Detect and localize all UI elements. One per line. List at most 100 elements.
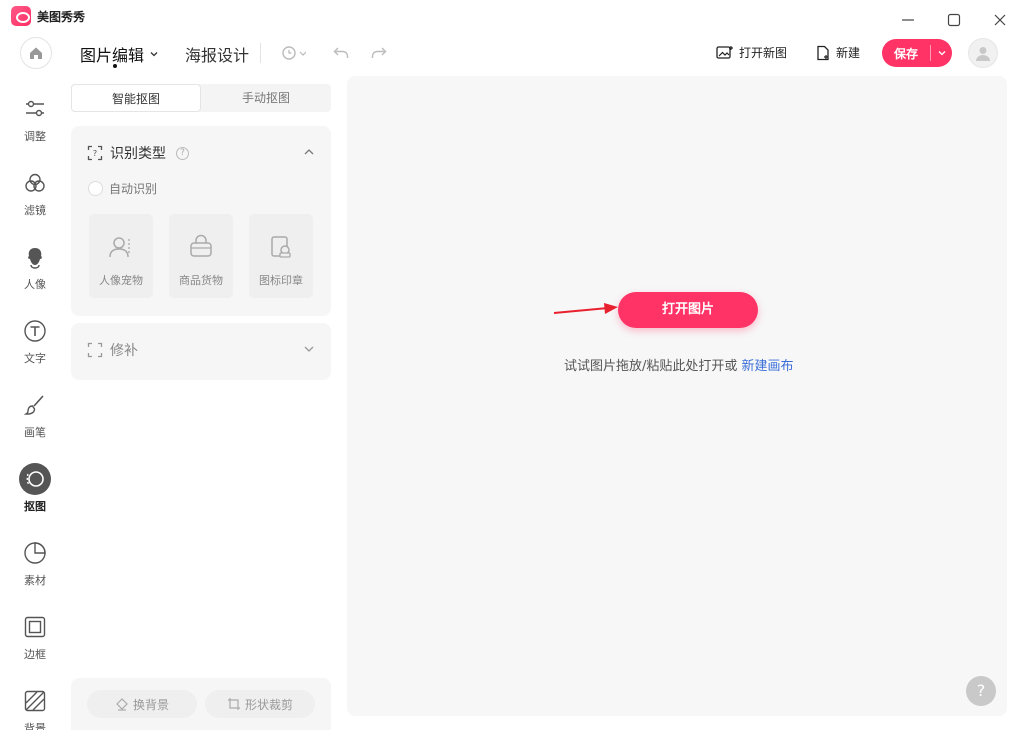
help-button[interactable]: ?: [966, 676, 996, 706]
toolbar-divider: [260, 43, 261, 63]
tab-poster-design[interactable]: 海报设计: [185, 42, 249, 66]
type-label: 人像宠物: [99, 274, 143, 287]
image-add-icon: [716, 45, 733, 59]
portrait-icon: [22, 244, 48, 270]
brush-icon: [22, 392, 48, 418]
redo-button[interactable]: [370, 44, 388, 62]
rail-item-sticker[interactable]: 素材: [10, 540, 60, 600]
shape-crop-label: 形状裁剪: [244, 697, 293, 712]
cutout-mode-switch: 智能抠图 手动抠图: [71, 84, 331, 112]
rail-label: 素材: [24, 574, 46, 587]
filter-icon: [22, 170, 48, 196]
recognize-type-card: ? 识别类型 ? 自动识别 人像宠物 商品货物 图标印章: [71, 126, 331, 316]
tab-smart-cutout[interactable]: 智能抠图: [71, 84, 201, 112]
tab-image-edit-label: 图片编辑: [80, 46, 145, 65]
save-button[interactable]: 保存: [882, 39, 952, 67]
rail-item-brush[interactable]: 画笔: [10, 392, 60, 452]
app-window: 美图秀秀 图片编辑 海报设计 打开新图 新建 保存 调整 滤镜 人像 文字 画笔…: [0, 0, 1023, 730]
rail-item-adjust[interactable]: 调整: [10, 96, 60, 156]
new-label: 新建: [836, 46, 861, 60]
type-goods[interactable]: 商品货物: [169, 214, 233, 298]
change-background-label: 换背景: [132, 697, 169, 712]
save-label: 保存: [893, 46, 918, 61]
rail-item-frame[interactable]: 边框: [10, 614, 60, 674]
type-label: 商品货物: [179, 274, 223, 287]
sticker-icon: [22, 540, 48, 566]
drop-hint: 试试图片拖放/粘贴此处打开或 新建画布: [564, 355, 794, 374]
rail-label: 人像: [24, 278, 46, 291]
recognize-type-title: 识别类型: [110, 146, 166, 162]
undo-button[interactable]: [332, 44, 350, 62]
rail-label: 文字: [24, 352, 46, 365]
open-image-button[interactable]: 打开图片: [618, 292, 758, 328]
rail-item-portrait[interactable]: 人像: [10, 244, 60, 304]
history-icon: [282, 46, 306, 60]
rail-label: 画笔: [24, 426, 46, 439]
app-title: 美图秀秀: [37, 10, 86, 24]
repair-card[interactable]: 修补: [71, 323, 331, 380]
type-stamp[interactable]: 图标印章: [249, 214, 313, 298]
rail-item-filter[interactable]: 滤镜: [10, 170, 60, 230]
auto-recognize-radio[interactable]: [88, 181, 103, 196]
goods-icon: [186, 232, 216, 262]
chevron-down-icon: [938, 51, 945, 56]
undo-icon: [333, 47, 349, 58]
user-icon: [976, 47, 990, 61]
maximize-button[interactable]: [939, 8, 969, 32]
home-icon: [30, 47, 42, 59]
open-new-image-button[interactable]: 打开新图: [716, 44, 787, 61]
scan-icon: ?: [87, 145, 103, 161]
type-person-pet[interactable]: 人像宠物: [89, 214, 153, 298]
auto-recognize-option[interactable]: 自动识别: [88, 180, 157, 197]
type-label: 图标印章: [259, 274, 303, 287]
avatar[interactable]: [968, 38, 998, 68]
rail-label: 调整: [24, 130, 46, 143]
auto-recognize-label: 自动识别: [109, 182, 158, 196]
canvas-area[interactable]: [347, 76, 1007, 716]
paint-bucket-icon: [116, 698, 128, 711]
panel-bottom-bar: 换背景 形状裁剪: [71, 678, 331, 730]
sliders-icon: [22, 96, 48, 122]
minimize-button[interactable]: [893, 8, 923, 32]
save-dropdown-button[interactable]: [931, 48, 952, 58]
red-arrow-annotation: [553, 303, 618, 314]
history-button[interactable]: [280, 44, 306, 62]
new-file-icon: [817, 45, 829, 60]
repair-frame-icon: [87, 342, 103, 358]
text-icon: [22, 318, 48, 344]
home-button[interactable]: [20, 37, 52, 69]
repair-title: 修补: [110, 343, 138, 359]
rail-label: 抠图: [24, 500, 46, 513]
new-canvas-link[interactable]: 新建画布: [742, 359, 794, 374]
shape-crop-button[interactable]: 形状裁剪: [205, 690, 315, 718]
active-tab-indicator: [113, 64, 117, 68]
redo-icon: [371, 47, 387, 58]
app-logo-icon: [11, 6, 31, 26]
new-button[interactable]: 新建: [815, 44, 860, 61]
cutout-icon: [19, 463, 51, 495]
tab-image-edit[interactable]: 图片编辑: [80, 42, 159, 66]
rail-label: 背景: [24, 722, 46, 730]
rail-label: 边框: [24, 648, 46, 661]
close-button[interactable]: [985, 8, 1015, 32]
recognize-type-header[interactable]: ? 识别类型 ?: [87, 143, 189, 163]
person-pet-icon: [106, 232, 136, 262]
chevron-up-icon: [304, 149, 314, 155]
help-hint-icon[interactable]: ?: [176, 146, 189, 160]
open-new-image-label: 打开新图: [739, 46, 788, 60]
crop-icon: [227, 698, 240, 710]
rail-item-cutout[interactable]: 抠图: [10, 463, 60, 526]
chevron-down-icon: [304, 346, 314, 352]
title-bar: 美图秀秀: [0, 0, 1023, 32]
rail-item-text[interactable]: 文字: [10, 318, 60, 378]
svg-text:?: ?: [93, 149, 97, 158]
change-background-button[interactable]: 换背景: [87, 690, 197, 718]
frame-icon: [22, 614, 48, 640]
rail-item-background[interactable]: 背景: [10, 688, 60, 730]
stamp-icon: [266, 232, 296, 262]
chevron-down-icon: [150, 52, 158, 57]
repair-header: 修补: [87, 340, 138, 360]
background-icon: [22, 688, 48, 714]
drop-hint-text: 试试图片拖放/粘贴此处打开或: [564, 359, 738, 374]
tab-manual-cutout[interactable]: 手动抠图: [201, 84, 331, 112]
